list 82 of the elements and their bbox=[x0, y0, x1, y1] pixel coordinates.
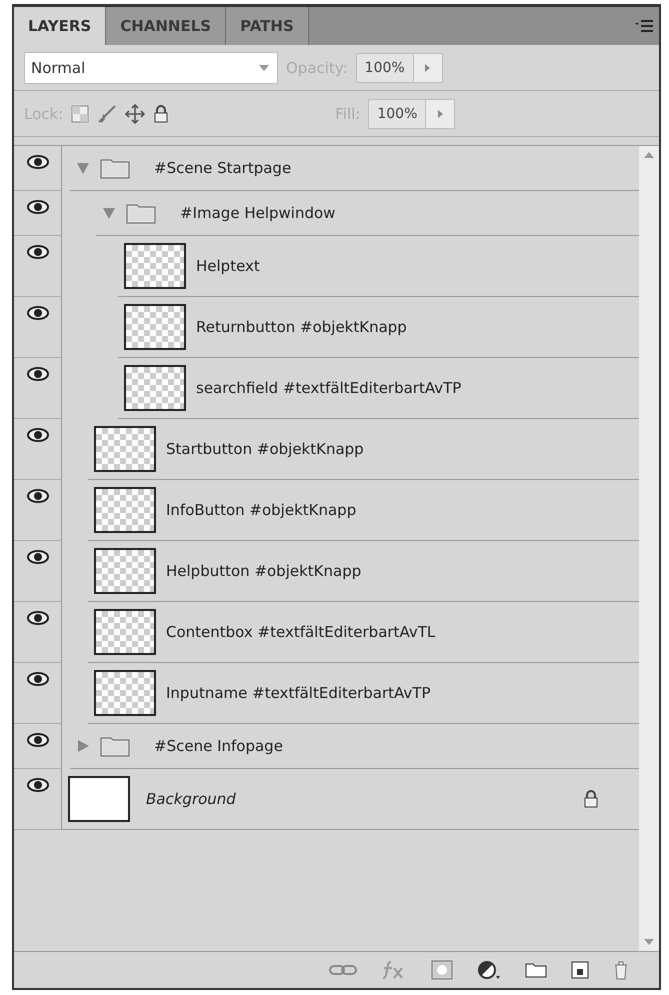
visibility-toggle[interactable] bbox=[14, 480, 62, 541]
folder-icon bbox=[100, 735, 130, 757]
layer-name: searchfield #textfältEditerbartAvTP bbox=[196, 379, 462, 397]
layer-name: Startbutton #objektKnapp bbox=[166, 440, 364, 458]
layer-thumbnail bbox=[94, 426, 156, 472]
layer-name: Helpbutton #objektKnapp bbox=[166, 562, 362, 580]
layer-row[interactable]: searchfield #textfältEditerbartAvTP bbox=[118, 358, 639, 419]
blend-mode-dropdown[interactable]: Normal bbox=[24, 52, 278, 84]
eye-icon bbox=[26, 366, 48, 382]
eye-icon bbox=[26, 154, 48, 170]
eye-icon bbox=[26, 777, 48, 793]
layer-name: Background bbox=[146, 790, 236, 808]
eye-icon bbox=[26, 671, 48, 687]
arrow-icon bbox=[438, 110, 443, 118]
layer-name: #Image Helpwindow bbox=[180, 204, 336, 222]
visibility-toggle[interactable] bbox=[14, 769, 62, 830]
fill-field[interactable]: 100% bbox=[369, 100, 426, 128]
lock-transparency-icon[interactable] bbox=[71, 104, 90, 122]
layer-name: InfoButton #objektKnapp bbox=[166, 501, 356, 519]
fill-stepper[interactable] bbox=[426, 100, 454, 128]
visibility-toggle[interactable] bbox=[14, 724, 62, 769]
layer-row[interactable]: Contentbox #textfältEditerbartAvTL bbox=[88, 602, 639, 663]
layer-row[interactable]: Helpbutton #objektKnapp bbox=[88, 541, 639, 602]
lock-icon bbox=[583, 790, 599, 808]
eye-icon bbox=[26, 488, 48, 504]
layer-row[interactable]: InfoButton #objektKnapp bbox=[88, 480, 639, 541]
layer-name: Inputname #textfältEditerbartAvTP bbox=[166, 684, 431, 702]
layer-row[interactable]: #Scene Startpage bbox=[70, 146, 639, 191]
layer-thumbnail bbox=[124, 304, 186, 350]
mask-icon[interactable] bbox=[431, 960, 453, 980]
layer-thumbnail bbox=[68, 776, 130, 822]
panel-tab[interactable]: PATHS bbox=[226, 7, 309, 45]
lock-icon bbox=[153, 104, 170, 122]
layer-name: Helptext bbox=[196, 257, 260, 275]
layer-row[interactable]: #Scene Infopage bbox=[70, 724, 639, 769]
layer-thumbnail bbox=[94, 548, 156, 594]
eye-icon bbox=[26, 732, 48, 748]
adjustment-icon[interactable] bbox=[477, 960, 501, 980]
folder-icon bbox=[126, 202, 156, 224]
visibility-toggle[interactable] bbox=[14, 419, 62, 480]
layer-row[interactable]: Startbutton #objektKnapp bbox=[88, 419, 639, 480]
layer-row[interactable]: Background bbox=[62, 769, 639, 830]
layer-thumbnail bbox=[124, 365, 186, 411]
layer-row[interactable]: Inputname #textfältEditerbartAvTP bbox=[88, 663, 639, 724]
layer-name: #Scene Infopage bbox=[154, 737, 283, 755]
visibility-toggle[interactable] bbox=[14, 663, 62, 724]
layer-thumbnail bbox=[94, 487, 156, 533]
visibility-toggle[interactable] bbox=[14, 146, 62, 191]
layer-name: #Scene Startpage bbox=[154, 159, 292, 177]
opacity-field[interactable]: 100% bbox=[356, 54, 414, 82]
layer-row[interactable]: Helptext bbox=[118, 236, 639, 297]
trash-icon[interactable] bbox=[613, 960, 629, 980]
caret-icon bbox=[259, 64, 269, 70]
move-icon[interactable] bbox=[125, 104, 146, 124]
visibility-toggle[interactable] bbox=[14, 191, 62, 236]
layer-thumbnail bbox=[94, 670, 156, 716]
eye-icon bbox=[26, 549, 48, 565]
layer-row[interactable]: #Image Helpwindow bbox=[96, 191, 639, 236]
visibility-toggle[interactable] bbox=[14, 236, 62, 297]
eye-icon bbox=[26, 244, 48, 260]
layer-thumbnail bbox=[94, 609, 156, 655]
opacity-stepper[interactable] bbox=[414, 54, 442, 82]
eye-icon bbox=[26, 199, 48, 215]
folder-icon[interactable] bbox=[525, 962, 547, 978]
visibility-toggle[interactable] bbox=[14, 602, 62, 663]
visibility-toggle[interactable] bbox=[14, 541, 62, 602]
menu-icon[interactable] bbox=[635, 20, 653, 32]
eye-icon bbox=[26, 427, 48, 443]
eye-icon bbox=[26, 610, 48, 626]
visibility-toggle[interactable] bbox=[14, 297, 62, 358]
folder-icon bbox=[100, 157, 130, 179]
layer-name: Returnbutton #objektKnapp bbox=[196, 318, 407, 336]
eye-icon bbox=[26, 305, 48, 321]
visibility-toggle[interactable] bbox=[14, 358, 62, 419]
layer-name: Contentbox #textfältEditerbartAvTL bbox=[166, 623, 436, 641]
layer-thumbnail bbox=[124, 243, 186, 289]
panel-tab[interactable]: CHANNELS bbox=[106, 7, 226, 45]
arrow-icon bbox=[425, 64, 430, 72]
panel-tab[interactable]: LAYERS bbox=[14, 7, 106, 45]
brush-icon[interactable] bbox=[97, 104, 118, 124]
layer-row[interactable]: Returnbutton #objektKnapp bbox=[118, 297, 639, 358]
new-layer-icon[interactable] bbox=[571, 961, 589, 979]
